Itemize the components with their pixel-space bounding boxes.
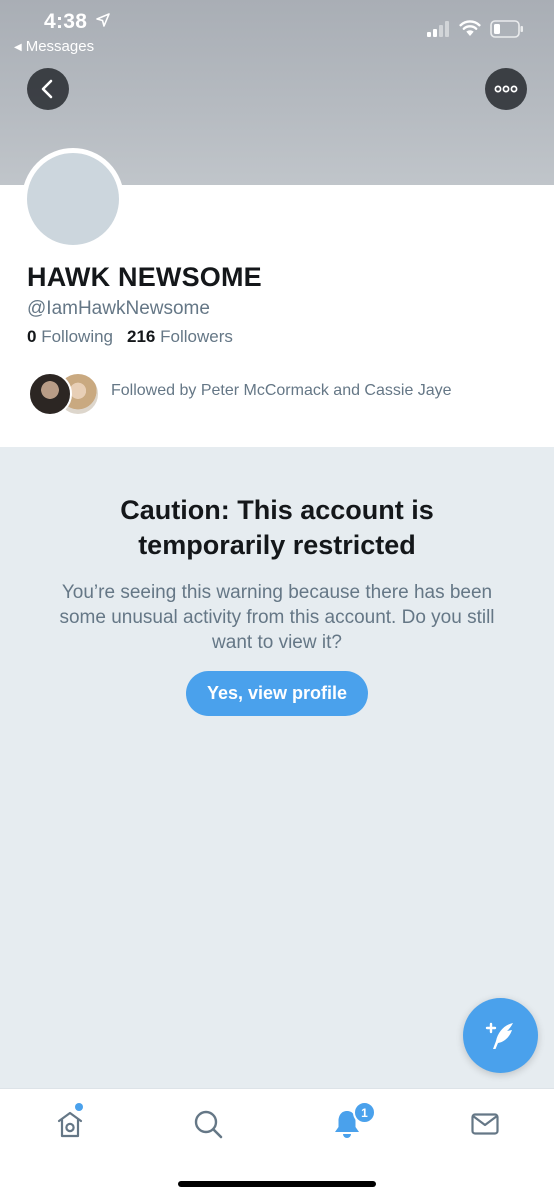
following-link[interactable]: 0 Following — [27, 327, 113, 346]
battery-icon — [490, 20, 523, 38]
warning-title-line-2: temporarily restricted — [138, 530, 416, 560]
warning-title-line-1: Caution: This account is — [120, 495, 434, 525]
back-button[interactable] — [27, 68, 69, 110]
followers-label: Followers — [160, 327, 233, 346]
notification-badge: 1 — [353, 1101, 376, 1124]
back-app-label: Messages — [25, 38, 95, 55]
warning-title: Caution: This account is temporarily res… — [0, 493, 554, 563]
warning-body: You’re seeing this warning because there… — [59, 582, 495, 653]
following-label: Following — [41, 327, 114, 346]
compose-tweet-button[interactable] — [463, 998, 538, 1073]
display-name: HAWK NEWSOME — [27, 262, 262, 292]
status-time: 4:38 — [44, 10, 88, 33]
mutual-avatar-1 — [28, 372, 72, 416]
followers-count: 216 — [127, 327, 156, 346]
handle: @IamHawkNewsome — [27, 298, 210, 319]
view-profile-button[interactable]: Yes, view profile — [186, 671, 368, 716]
chevron-left-icon — [41, 79, 53, 99]
home-indicator[interactable] — [178, 1181, 376, 1187]
location-arrow-icon — [96, 13, 110, 27]
home-unread-dot — [75, 1103, 83, 1111]
home-icon — [57, 1111, 83, 1138]
back-to-messages[interactable]: ◀ Messages — [14, 38, 94, 55]
compose-feather-icon — [485, 1022, 513, 1049]
search-icon — [194, 1110, 223, 1139]
followed-by-text: Followed by Peter McCormack and Cassie J… — [111, 382, 452, 399]
more-dots-icon — [494, 85, 518, 93]
more-options-button[interactable] — [485, 68, 527, 110]
back-triangle-icon: ◀ — [14, 42, 22, 53]
wifi-icon — [459, 20, 481, 36]
status-bar: 4:38 ◀ Messages — [0, 0, 554, 60]
followers-link[interactable]: 216 Followers — [127, 327, 233, 346]
signal-icon — [427, 21, 449, 37]
following-count: 0 — [27, 327, 37, 346]
tab-home[interactable] — [53, 1107, 87, 1141]
mutual-followers[interactable]: Followed by Peter McCormack and Cassie J… — [28, 372, 528, 416]
follow-stats: 0 Following 216 Followers — [27, 327, 233, 347]
mail-icon — [471, 1113, 499, 1135]
profile-avatar[interactable] — [22, 148, 124, 250]
tab-messages[interactable] — [468, 1107, 502, 1141]
tab-search[interactable] — [191, 1107, 225, 1141]
